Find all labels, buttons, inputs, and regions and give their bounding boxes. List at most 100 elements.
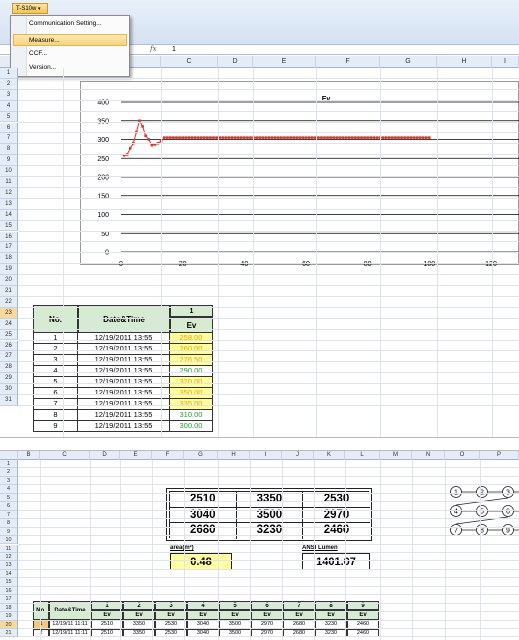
bottom-select-all-corner[interactable] bbox=[0, 451, 18, 460]
row-header-5[interactable]: 5 bbox=[0, 111, 18, 123]
bottom-row-header-10[interactable]: 10 bbox=[0, 536, 18, 545]
bottom-column-gridline bbox=[314, 460, 315, 640]
bottom-row-header-9[interactable]: 9 bbox=[0, 527, 18, 537]
menu-item-measure[interactable]: Measure... bbox=[13, 34, 127, 46]
bottom-row-header-14[interactable]: 14 bbox=[0, 569, 18, 579]
column-header-d[interactable]: D bbox=[218, 56, 253, 68]
bottom-row-header-17[interactable]: 17 bbox=[0, 595, 18, 604]
bottom-column-header-g[interactable]: G bbox=[184, 451, 218, 460]
bottom-row-header-3[interactable]: 3 bbox=[0, 476, 18, 486]
row-header-21[interactable]: 21 bbox=[0, 286, 18, 297]
row-header-11[interactable]: 11 bbox=[0, 177, 18, 188]
table-row-ev-value[interactable]: 300.00 bbox=[170, 421, 213, 432]
ev-chart[interactable]: Ev05010015020025030035040002040608010012… bbox=[80, 81, 519, 268]
ansi-value[interactable]: 1401.07 bbox=[302, 553, 370, 570]
column-header-i[interactable]: I bbox=[492, 56, 519, 68]
bottom-row-header-12[interactable]: 12 bbox=[0, 552, 18, 562]
column-header-g[interactable]: G bbox=[380, 56, 437, 68]
table-row-ev-value[interactable]: 310.00 bbox=[170, 410, 213, 421]
row-header-12[interactable]: 12 bbox=[0, 187, 18, 199]
bottom-row-header-4[interactable]: 4 bbox=[0, 485, 18, 494]
data-point bbox=[403, 136, 406, 139]
bottom-column-header-m[interactable]: M bbox=[380, 451, 412, 460]
row-header-1[interactable]: 1 bbox=[0, 68, 18, 79]
bottom-row-header-7[interactable]: 7 bbox=[0, 510, 18, 520]
bottom-row-header-19[interactable]: 19 bbox=[0, 612, 18, 621]
row-header-8[interactable]: 8 bbox=[0, 144, 18, 156]
row-header-23[interactable]: 23 bbox=[0, 307, 18, 319]
row-header-22[interactable]: 22 bbox=[0, 296, 18, 308]
bottom-row-header-20[interactable]: 20 bbox=[0, 620, 18, 629]
bottom-row-header-6[interactable]: 6 bbox=[0, 502, 18, 511]
row-header-13[interactable]: 13 bbox=[0, 198, 18, 210]
bottom-column-header-d[interactable]: D bbox=[90, 451, 120, 460]
row-header-4[interactable]: 4 bbox=[0, 100, 18, 112]
bottom-column-header-j[interactable]: J bbox=[282, 451, 314, 460]
row-header-30[interactable]: 30 bbox=[0, 384, 18, 395]
area-value[interactable]: 0.48 bbox=[170, 553, 232, 570]
fx-icon[interactable]: fx bbox=[150, 45, 157, 53]
bottom-row-header-11[interactable]: 11 bbox=[0, 544, 18, 553]
lumen-cell[interactable]: 2680 bbox=[170, 523, 237, 539]
bottom-column-gridline bbox=[282, 460, 283, 640]
bottom-row-header-8[interactable]: 8 bbox=[0, 519, 18, 528]
bottom-row-header-2[interactable]: 2 bbox=[0, 468, 18, 477]
row-header-27[interactable]: 27 bbox=[0, 351, 18, 363]
menu-item-ccf[interactable]: CCF... bbox=[29, 50, 47, 57]
bottom-column-header-o[interactable]: O bbox=[445, 451, 480, 460]
bottom-column-header-k[interactable]: K bbox=[314, 451, 345, 460]
bottom-row-header-15[interactable]: 15 bbox=[0, 578, 18, 587]
row-header-31[interactable]: 31 bbox=[0, 395, 18, 406]
bottom-row-header-13[interactable]: 13 bbox=[0, 561, 18, 570]
column-header-h[interactable]: H bbox=[437, 56, 492, 68]
bottom-row-header-5[interactable]: 5 bbox=[0, 493, 18, 503]
bottom-column-header-l[interactable]: L bbox=[345, 451, 380, 460]
column-header-e[interactable]: E bbox=[253, 56, 316, 68]
bottom-column-header-e[interactable]: E bbox=[120, 451, 152, 460]
bottom-row-header-18[interactable]: 18 bbox=[0, 603, 18, 613]
bottom-row-header-1[interactable]: 1 bbox=[0, 460, 18, 469]
bottom-column-header-b[interactable]: B bbox=[18, 451, 40, 460]
row-gridline bbox=[18, 208, 519, 210]
row-header-16[interactable]: 16 bbox=[0, 231, 18, 243]
bottom-row-header-16[interactable]: 16 bbox=[0, 586, 18, 596]
row-header-20[interactable]: 20 bbox=[0, 275, 18, 286]
lumen-cell[interactable]: 2510 bbox=[170, 492, 237, 508]
column-header-f[interactable]: F bbox=[316, 56, 380, 68]
row-header-3[interactable]: 3 bbox=[0, 89, 18, 101]
bottom-column-header-c[interactable]: C bbox=[40, 451, 90, 460]
addin-button[interactable]: T-S10w ▾ bbox=[12, 3, 48, 14]
bottom-column-header-p[interactable]: P bbox=[480, 451, 519, 460]
row-header-26[interactable]: 26 bbox=[0, 340, 18, 352]
row-header-18[interactable]: 18 bbox=[0, 253, 18, 265]
row-header-29[interactable]: 29 bbox=[0, 373, 18, 385]
bottom-column-gridline bbox=[480, 460, 481, 640]
bottom-column-header-i[interactable]: I bbox=[250, 451, 282, 460]
row-header-7[interactable]: 7 bbox=[0, 133, 18, 145]
column-header-c[interactable]: C bbox=[161, 56, 218, 68]
data-point bbox=[350, 136, 354, 139]
row-header-10[interactable]: 10 bbox=[0, 166, 18, 177]
bottom-column-header-h[interactable]: H bbox=[218, 451, 250, 460]
row-header-15[interactable]: 15 bbox=[0, 220, 18, 232]
lumen-cell[interactable]: 3350 bbox=[236, 492, 304, 508]
row-header-25[interactable]: 25 bbox=[0, 329, 18, 341]
bottom-row-header-21[interactable]: 21 bbox=[0, 629, 18, 638]
data-point bbox=[369, 136, 373, 139]
menu-item-communication-setting[interactable]: Communication Setting... bbox=[29, 20, 102, 27]
row-header-9[interactable]: 9 bbox=[0, 155, 18, 167]
bottom-column-header-n[interactable]: N bbox=[412, 451, 445, 460]
bottom-column-header-f[interactable]: F bbox=[152, 451, 184, 460]
table-row-ev-value[interactable]: 258.00 bbox=[170, 333, 213, 344]
row-header-28[interactable]: 28 bbox=[0, 362, 18, 374]
row-header-17[interactable]: 17 bbox=[0, 242, 18, 254]
row-header-19[interactable]: 19 bbox=[0, 264, 18, 276]
menu-item-version[interactable]: Version... bbox=[29, 64, 56, 71]
formula-input[interactable]: 1 bbox=[172, 46, 176, 53]
row-header-6[interactable]: 6 bbox=[0, 122, 18, 134]
row-header-2[interactable]: 2 bbox=[0, 78, 18, 90]
lumen-cell[interactable]: 3230 bbox=[236, 523, 304, 539]
row-header-14[interactable]: 14 bbox=[0, 209, 18, 221]
bottom-column-headers: BCDEFGHIJKLMNOP bbox=[0, 451, 519, 460]
row-header-24[interactable]: 24 bbox=[0, 318, 18, 330]
